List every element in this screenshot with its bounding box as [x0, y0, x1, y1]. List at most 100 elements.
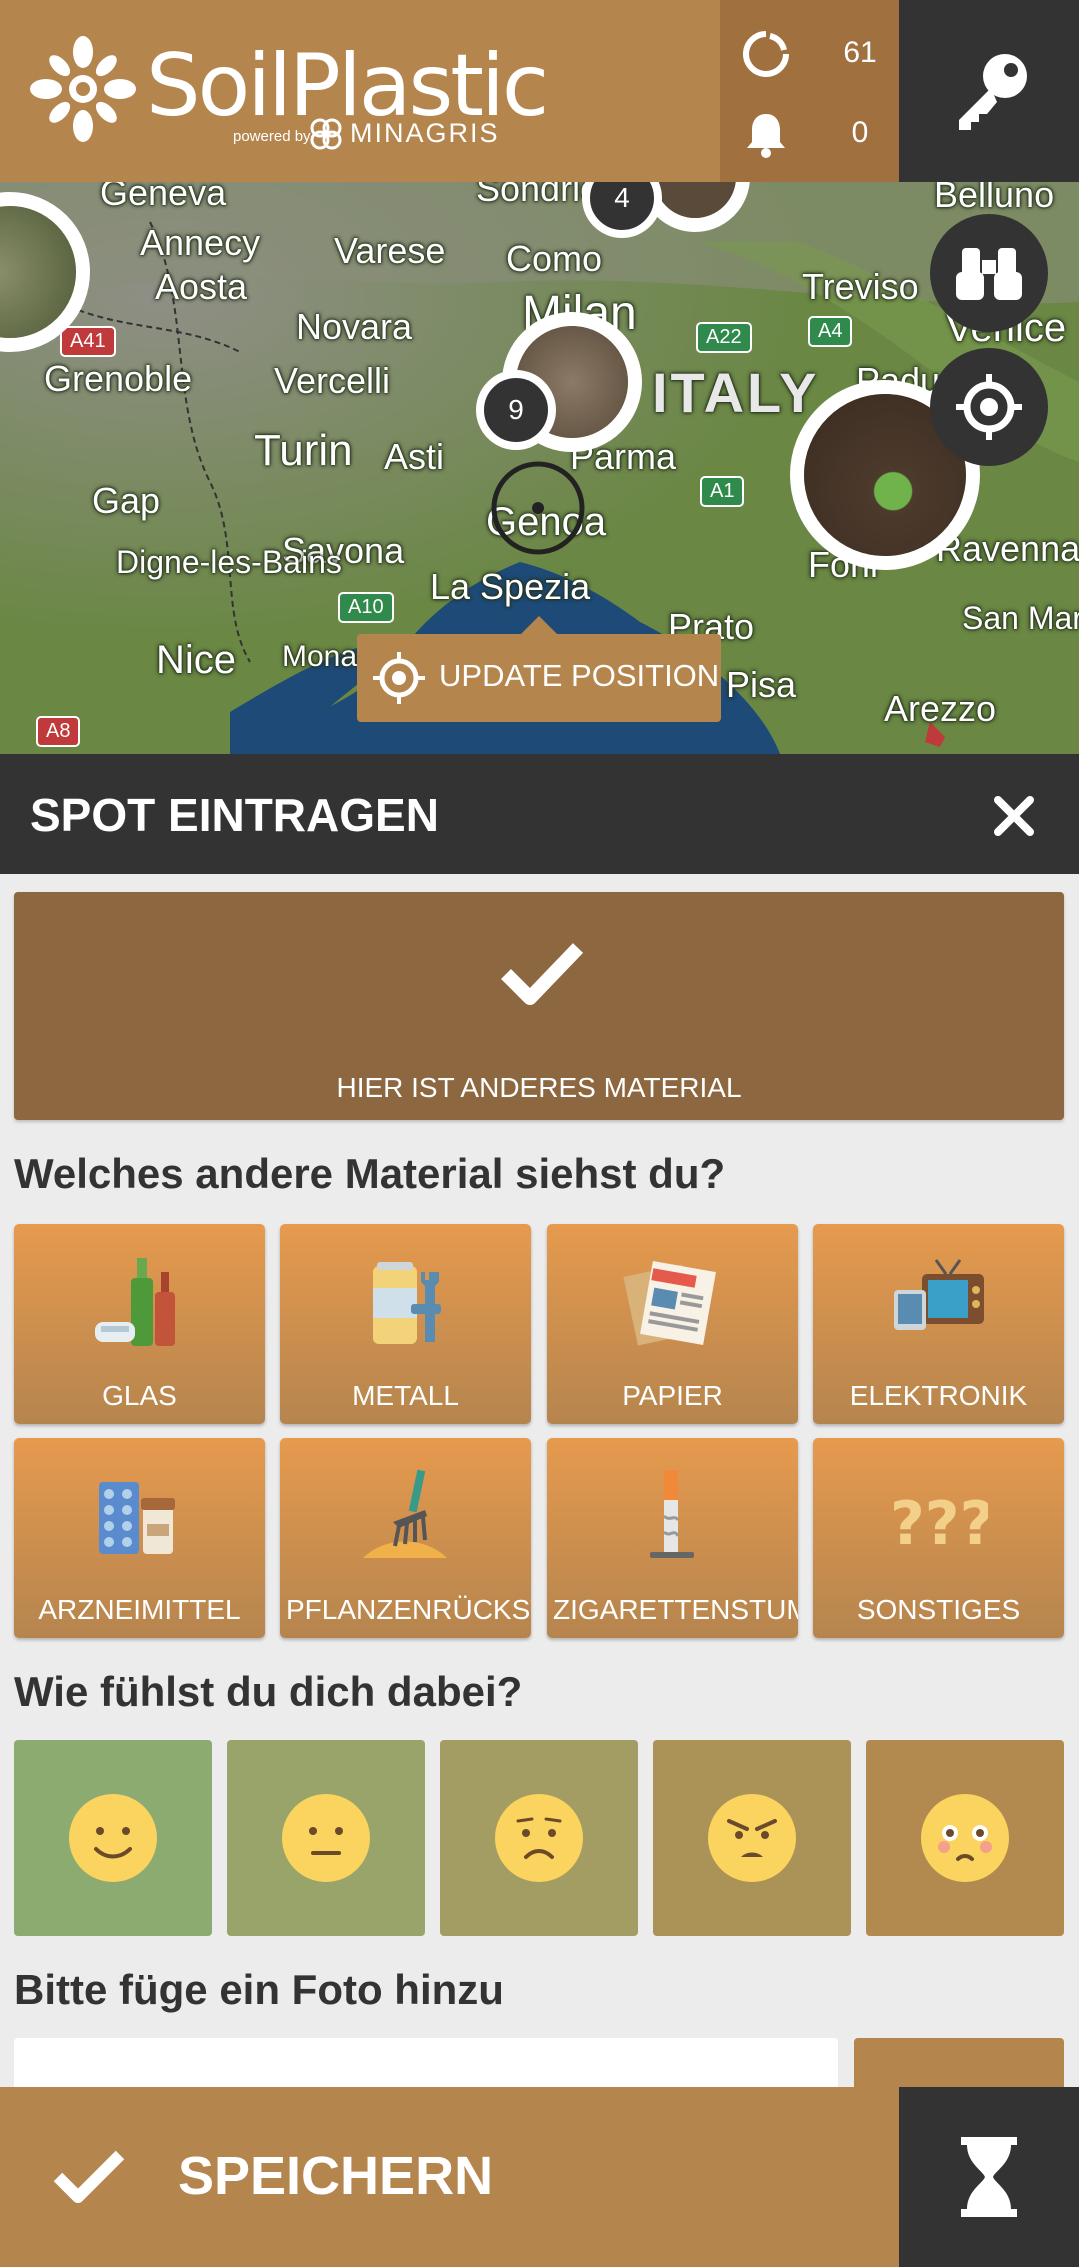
road-shield: A41	[60, 326, 116, 357]
map-city-label: Annecy	[140, 222, 261, 263]
update-position-button[interactable]: UPDATE POSITION	[357, 616, 721, 722]
electronics-icon	[894, 1259, 984, 1330]
map-city-label: Geneva	[100, 182, 227, 213]
map-country-label: ITALY	[652, 361, 820, 424]
save-button[interactable]: SPEICHERN	[0, 2087, 899, 2267]
checkmark-icon	[501, 943, 584, 1005]
material-option-elektronik[interactable]: ELEKTRONIK	[813, 1224, 1064, 1424]
form-title: SPOT EINTRAGEN	[30, 789, 439, 841]
material-label: PFLANZENRÜCKSTÄNDE	[286, 1594, 531, 1625]
metal-can-wrench-icon	[373, 1262, 441, 1344]
map-city-label: Vercelli	[274, 360, 391, 401]
shocked-face-icon	[921, 1794, 1009, 1882]
spots-icon	[743, 31, 789, 77]
material-option-metall[interactable]: METALL	[280, 1224, 531, 1424]
map-city-label: Novara	[296, 306, 413, 347]
target-location-icon	[956, 374, 1022, 440]
neutral-face-icon	[282, 1794, 370, 1882]
binoculars-icon	[956, 248, 1022, 300]
road-shield: A1	[700, 476, 745, 507]
explore-binoculars-button[interactable]	[930, 214, 1048, 332]
mood-option-happy[interactable]	[14, 1740, 212, 1936]
map-city-label: Asti	[384, 436, 445, 477]
logo-powered-by: powered by	[233, 128, 311, 145]
mood-question: Wie fühlst du dich dabei?	[14, 1668, 523, 1715]
material-option-sonstiges[interactable]: ??? SONSTIGES	[813, 1438, 1064, 1638]
concerned-face-icon	[495, 1794, 583, 1882]
map-city-label: Arezzo	[884, 688, 997, 729]
mood-option-angry[interactable]	[653, 1740, 851, 1936]
spots-counter[interactable]: 61	[720, 22, 899, 82]
bell-icon	[747, 114, 785, 158]
material-option-arzneimittel[interactable]: ARZNEIMITTEL	[14, 1438, 265, 1638]
map-city-label: Treviso	[802, 266, 919, 307]
map-city-label: Como	[506, 238, 603, 279]
update-position-label: UPDATE POSITION	[439, 658, 720, 693]
app-header: SoilPlastic powered by MINAGRIS 61 0	[0, 0, 1079, 182]
plant-residue-icon	[363, 1469, 447, 1558]
material-label: ELEKTRONIK	[849, 1380, 1028, 1411]
marker-cluster[interactable]: 9	[476, 370, 556, 450]
material-question: Welches andere Material siehst du?	[14, 1150, 726, 1197]
question-marks-icon: ???	[890, 1489, 988, 1559]
key-icon	[959, 54, 1027, 130]
logo-emblem-icon	[30, 36, 136, 142]
mood-option-shocked[interactable]	[866, 1740, 1064, 1936]
pending-uploads-button[interactable]	[899, 2087, 1079, 2267]
road-shield: A22	[696, 322, 752, 353]
notifications-count: 0	[851, 116, 869, 149]
cigarette-butt-icon	[650, 1470, 694, 1558]
material-label: PAPIER	[622, 1380, 723, 1411]
target-location-icon	[373, 652, 425, 704]
map-city-label: Pisa	[726, 664, 797, 705]
material-option-pflanzenrueckstaende[interactable]: PFLANZENRÜCKSTÄNDE	[280, 1438, 531, 1638]
map-view[interactable]: Geneva Annecy Aosta Grenoble Varese Como…	[0, 182, 1079, 754]
mood-option-neutral[interactable]	[227, 1740, 425, 1936]
material-label: SONSTIGES	[856, 1594, 1021, 1625]
material-label: METALL	[352, 1380, 459, 1411]
road-shield: A4	[808, 316, 853, 347]
logo-partner-name: MINAGRIS	[350, 118, 500, 148]
svg-text:???: ???	[890, 1489, 988, 1559]
material-label: GLAS	[102, 1380, 177, 1411]
photo-question: Bitte füge ein Foto hinzu	[14, 1966, 504, 2013]
minagris-logo-icon	[310, 118, 342, 150]
map-city-label: Grenoble	[44, 358, 193, 399]
close-icon[interactable]	[990, 792, 1038, 840]
material-option-glas[interactable]: GLAS	[14, 1224, 265, 1424]
map-city-label: Turin	[254, 426, 353, 475]
user-stats: 61 0	[720, 0, 899, 182]
map-city-label: San Marino	[962, 600, 1079, 636]
material-option-zigarettenstummel[interactable]: ZIGARETTENSTUMMEL	[547, 1438, 798, 1638]
notifications-counter[interactable]: 0	[720, 102, 899, 162]
locate-me-button[interactable]	[930, 348, 1048, 466]
save-label: SPEICHERN	[178, 2146, 494, 2206]
material-option-papier[interactable]: PAPIER	[547, 1224, 798, 1424]
hourglass-icon	[961, 2137, 1017, 2217]
map-city-label: Belluno	[934, 182, 1055, 215]
login-key-button[interactable]	[899, 0, 1079, 182]
material-label: ZIGARETTENSTUMMEL	[553, 1594, 798, 1625]
map-crosshair-icon	[491, 461, 585, 555]
map-city-label: Gap	[92, 480, 161, 521]
medicine-icon	[99, 1482, 175, 1554]
form-title-bar: SPOT EINTRAGEN	[0, 754, 1079, 874]
material-label: ARZNEIMITTEL	[38, 1594, 241, 1625]
mood-option-concerned[interactable]	[440, 1740, 638, 1936]
app-logo: SoilPlastic powered by MINAGRIS	[28, 30, 549, 150]
road-shield: A8	[36, 716, 81, 747]
map-city-label: Nice	[156, 638, 237, 682]
angry-face-icon	[708, 1794, 796, 1882]
road-shield: A10	[338, 592, 394, 623]
map-city-label: Aosta	[155, 266, 248, 307]
newspaper-icon	[623, 1261, 716, 1346]
map-city-label: La Spezia	[430, 566, 591, 607]
map-city-label: Digne-les-Bains	[116, 544, 342, 580]
checkmark-icon	[53, 2150, 125, 2203]
map-city-label: Varese	[334, 230, 446, 271]
spots-count: 61	[843, 36, 877, 69]
material-confirm-button[interactable]: HIER IST ANDERES MATERIAL	[14, 892, 1064, 1120]
material-confirm-label: HIER IST ANDERES MATERIAL	[336, 1072, 742, 1103]
happy-face-icon	[69, 1794, 157, 1882]
glass-bottles-icon	[95, 1258, 175, 1346]
